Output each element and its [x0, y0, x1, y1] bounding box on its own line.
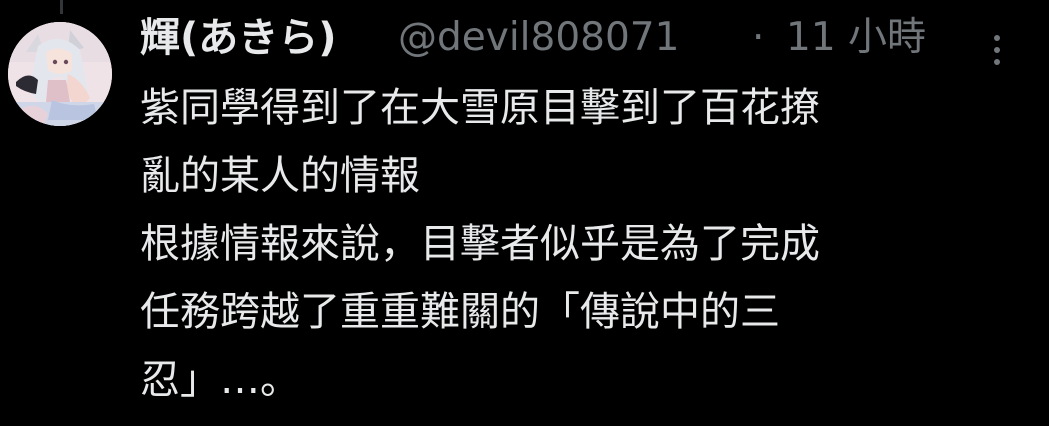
tweet-text-line: 亂的某人的情報 — [140, 153, 420, 199]
more-vertical-icon[interactable] — [990, 30, 1004, 70]
avatar-image — [8, 22, 112, 126]
tweet-text-line: 紫同學得到了在大雪原目擊到了百花撩 — [140, 85, 820, 131]
timestamp[interactable]: 11 小時 — [786, 14, 926, 62]
separator-dot: · — [752, 15, 765, 60]
tweet-text: 紫同學得到了在大雪原目擊到了百花撩 亂的某人的情報 根據情報來說，目擊者似乎是為… — [140, 74, 1035, 414]
tweet-text-line: 忍」…。 — [140, 357, 300, 403]
tweet-text-line: 根據情報來說，目擊者似乎是為了完成 — [140, 221, 820, 267]
tweet-header: 輝(あきら) @devil808071 · 11 小時 — [140, 8, 1040, 68]
user-handle[interactable]: @devil808071 — [398, 14, 679, 62]
thread-connector-line — [60, 0, 63, 14]
tweet-text-line: 任務跨越了重重難關的「傳說中的三 — [140, 289, 780, 335]
avatar[interactable] — [8, 22, 112, 126]
display-name[interactable]: 輝(あきら) — [140, 14, 337, 62]
